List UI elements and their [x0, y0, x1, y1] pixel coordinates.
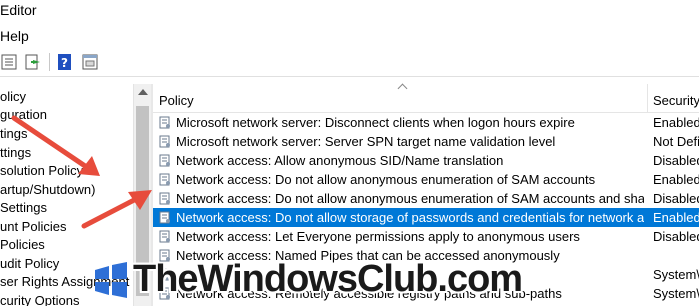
- policy-setting-icon: [159, 116, 170, 129]
- tree-item[interactable]: unt Policies: [0, 218, 66, 236]
- table-row-selected[interactable]: Network access: Do not allow storage of …: [153, 208, 699, 227]
- policy-setting-icon: [159, 154, 170, 167]
- policy-setting-icon: [159, 173, 170, 186]
- policy-setting-icon: [159, 192, 170, 205]
- watermark: TheWindowsClub.com: [93, 258, 523, 306]
- policy-name: Microsoft network server: Server SPN tar…: [176, 134, 556, 149]
- policy-setting-icon: [159, 230, 170, 243]
- title-bar: Editor: [0, 0, 699, 22]
- tree-item[interactable]: olicy: [0, 88, 26, 106]
- security-setting-value: System\: [653, 267, 699, 282]
- sort-ascending-icon: [397, 83, 408, 94]
- policy-name: Network access: Let Everyone permissions…: [176, 229, 580, 244]
- toolbar-separator: [49, 53, 50, 71]
- security-setting-value: Enabled: [653, 172, 699, 187]
- tree-item[interactable]: guration: [0, 106, 47, 124]
- tree-item[interactable]: curity Options: [0, 292, 79, 306]
- column-separator[interactable]: [647, 84, 648, 112]
- tree-item[interactable]: Policies: [0, 236, 45, 254]
- table-row[interactable]: Network access: Allow anonymous SID/Name…: [153, 151, 699, 170]
- properties-icon[interactable]: [81, 53, 99, 71]
- table-row[interactable]: Network access: Let Everyone permissions…: [153, 227, 699, 246]
- security-setting-value: Disabled: [653, 229, 699, 244]
- policy-setting-icon: [159, 135, 170, 148]
- table-row[interactable]: Network access: Do not allow anonymous e…: [153, 189, 699, 208]
- list-icon[interactable]: [0, 53, 18, 71]
- policy-name: Network access: Allow anonymous SID/Name…: [176, 153, 504, 168]
- table-row[interactable]: Microsoft network server: Server SPN tar…: [153, 132, 699, 151]
- table-row[interactable]: Network access: Do not allow anonymous e…: [153, 170, 699, 189]
- security-setting-value: Enabled: [653, 115, 699, 130]
- policy-setting-icon: [159, 211, 170, 224]
- policy-name: Network access: Do not allow anonymous e…: [176, 172, 596, 187]
- tree-item[interactable]: solution Policy: [0, 162, 83, 180]
- toolbar: ?: [0, 48, 699, 77]
- security-setting-value: Not Defi: [653, 134, 699, 149]
- column-header-policy[interactable]: Policy: [159, 93, 194, 108]
- menu-bar: Help: [0, 23, 699, 47]
- menu-help[interactable]: Help: [0, 28, 29, 44]
- tree-item[interactable]: tings: [0, 125, 27, 143]
- policy-name: Network access: Do not allow anonymous e…: [176, 191, 644, 206]
- security-setting-value: Disabled: [653, 191, 699, 206]
- tree-item[interactable]: ttings: [0, 144, 31, 162]
- policy-name: Network access: Do not allow storage of …: [176, 210, 644, 225]
- policy-name: Microsoft network server: Disconnect cli…: [176, 115, 575, 130]
- export-icon[interactable]: [24, 53, 42, 71]
- scroll-up-arrow-icon[interactable]: [138, 89, 148, 95]
- tree-item[interactable]: artup/Shutdown): [0, 181, 95, 199]
- tree-item[interactable]: Settings: [0, 199, 47, 217]
- security-setting-value: Disabled: [653, 153, 699, 168]
- svg-text:?: ?: [61, 56, 68, 70]
- windows-club-logo-icon: [95, 262, 127, 298]
- watermark-text: TheWindowsClub.com: [133, 258, 523, 300]
- column-header-security-setting[interactable]: Security: [653, 93, 699, 108]
- help-icon[interactable]: ?: [56, 53, 74, 71]
- list-header: Policy Security: [153, 83, 699, 113]
- security-setting-value: Enabled: [653, 210, 699, 225]
- table-row[interactable]: Microsoft network server: Disconnect cli…: [153, 113, 699, 132]
- window-title: Editor: [0, 2, 37, 18]
- security-setting-value: System\: [653, 286, 699, 301]
- tree-item[interactable]: udit Policy: [0, 255, 59, 273]
